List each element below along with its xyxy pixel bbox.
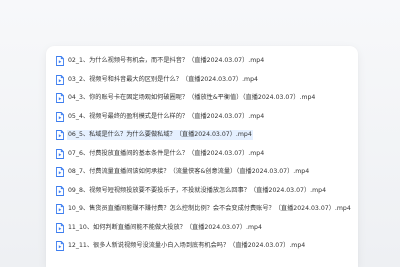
video-file-icon (56, 74, 64, 85)
file-row[interactable]: 09_8、视频号短视频投放要不要投乐子，不投就没播放怎么回事？（直播2024.0… (56, 182, 358, 201)
file-name: 06_5、私域是什么？为什么要做私域？（直播2024.03.07）.mp4 (67, 130, 253, 141)
file-row[interactable]: 08_7、付费流量直播间该如何承接？（流量侠客&创意流量）（直播2024.03.… (56, 163, 358, 182)
video-file-icon (56, 148, 64, 159)
file-name: 04_3、你的账号卡在固定场观如何破圈呢？（播放性&平衡值）（直播2024.03… (68, 94, 316, 102)
file-name: 12_11、很多人新说视频号没流量小白入场到底有机会吗？（直播2024.03.0… (68, 242, 306, 250)
video-file-icon (56, 111, 64, 122)
file-name: 08_7、付费流量直播间该如何承接？（流量侠客&创意流量）（直播2024.03.… (68, 168, 310, 176)
file-list: 02_1、为什么视频号有机会，而不是抖音？（直播2024.03.07）.mp4 0… (56, 52, 358, 256)
video-file-icon (56, 167, 64, 178)
video-file-icon (56, 93, 64, 104)
video-file-icon (56, 222, 64, 233)
video-file-icon (56, 130, 64, 141)
file-row[interactable]: 05_4、视频号最终的盈利模式是什么样的？（直播2024.03.07）.mp4 (56, 108, 358, 127)
file-name: 02_1、为什么视频号有机会，而不是抖音？（直播2024.03.07）.mp4 (68, 57, 265, 65)
file-row[interactable]: 07_6、付费投放直播间的基本条件是什么？（直播2024.03.07）.mp4 (56, 145, 358, 164)
file-name: 10_9、售货员直播间能赚不赚付费？怎么控制比例？会不会变成付费账号？（直播20… (68, 205, 351, 213)
file-row[interactable]: 10_9、售货员直播间能赚不赚付费？怎么控制比例？会不会变成付费账号？（直播20… (56, 200, 358, 219)
file-row[interactable]: 12_11、很多人新说视频号没流量小白入场到底有机会吗？（直播2024.03.0… (56, 237, 358, 256)
file-name: 07_6、付费投放直播间的基本条件是什么？（直播2024.03.07）.mp4 (68, 149, 265, 157)
file-row[interactable]: 03_2、视频号和抖音最大的区别是什么？（直播2024.03.07）.mp4 (56, 71, 358, 90)
video-file-icon (56, 241, 64, 252)
file-row[interactable]: 02_1、为什么视频号有机会，而不是抖音？（直播2024.03.07）.mp4 (56, 52, 358, 71)
video-file-icon (56, 204, 64, 215)
file-list-panel: 02_1、为什么视频号有机会，而不是抖音？（直播2024.03.07）.mp4 0… (46, 46, 358, 267)
file-name: 03_2、视频号和抖音最大的区别是什么？（直播2024.03.07）.mp4 (68, 75, 258, 83)
file-row[interactable]: 06_5、私域是什么？为什么要做私域？（直播2024.03.07）.mp4 (56, 126, 358, 145)
file-row[interactable]: 04_3、你的账号卡在固定场观如何破圈呢？（播放性&平衡值）（直播2024.03… (56, 89, 358, 108)
file-name: 09_8、视频号短视频投放要不要投乐子，不投就没播放怎么回事？（直播2024.0… (68, 186, 326, 194)
video-file-icon (56, 56, 64, 67)
file-name: 11_10、如何判断直播间能不能做大投放？（直播2024.03.07）.mp4 (68, 223, 262, 231)
file-row[interactable]: 11_10、如何判断直播间能不能做大投放？（直播2024.03.07）.mp4 (56, 219, 358, 238)
file-name: 05_4、视频号最终的盈利模式是什么样的？（直播2024.03.07）.mp4 (68, 112, 265, 120)
video-file-icon (56, 185, 64, 196)
